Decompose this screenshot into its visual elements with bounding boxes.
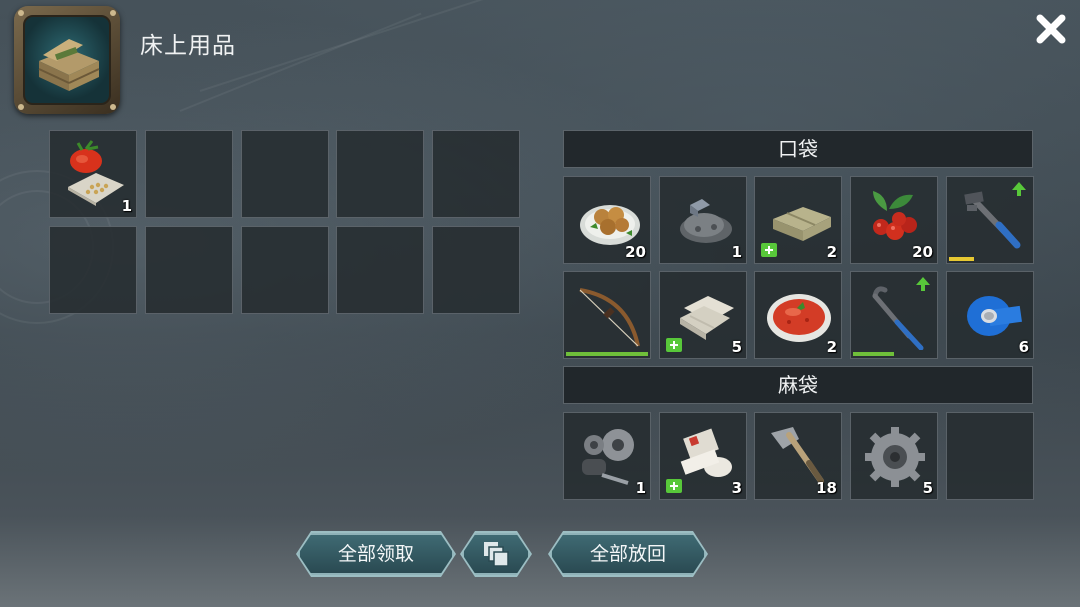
pocket-slot[interactable]: 20 <box>850 176 938 264</box>
durability-bar <box>566 352 648 356</box>
upgrade-arrow-icon <box>916 277 930 291</box>
pocket-slot[interactable] <box>946 176 1034 264</box>
container-slot[interactable] <box>241 130 329 218</box>
container-title: 床上用品 <box>140 33 236 59</box>
pockets-header: 口袋 <box>563 130 1033 168</box>
pocket-slot[interactable] <box>850 271 938 359</box>
container-slot[interactable] <box>336 130 424 218</box>
durability-bar <box>853 352 894 356</box>
item-count: 2 <box>826 338 837 356</box>
take-all-button[interactable]: 全部领取 <box>298 533 454 575</box>
item-count: 1 <box>635 479 646 497</box>
container-slot[interactable] <box>49 226 137 314</box>
pocket-slot[interactable]: 1 <box>659 176 747 264</box>
ore-pile-icon <box>680 199 732 243</box>
medical-badge-icon <box>761 243 777 257</box>
item-count: 5 <box>922 479 933 497</box>
blue-tape-icon <box>967 296 1022 336</box>
item-count: 1 <box>121 197 132 215</box>
item-count: 2 <box>826 243 837 261</box>
cog-wheel-icon <box>865 427 925 487</box>
item-count: 1 <box>731 243 742 261</box>
item-count: 6 <box>1018 338 1029 356</box>
sack-slot[interactable]: 3 <box>659 412 747 500</box>
container-slot[interactable] <box>432 226 520 314</box>
pocket-slot[interactable]: 6 <box>946 271 1034 359</box>
close-icon <box>1036 14 1066 44</box>
put-back-all-button[interactable]: 全部放回 <box>550 533 706 575</box>
container-slot[interactable] <box>432 130 520 218</box>
durability-bar <box>949 257 974 261</box>
item-count: 3 <box>731 479 742 497</box>
upgrade-arrow-icon <box>1012 182 1026 196</box>
container-slot[interactable] <box>145 226 233 314</box>
close-button[interactable] <box>1030 8 1072 50</box>
container-slot[interactable] <box>241 226 329 314</box>
take-all-label: 全部领取 <box>337 543 414 565</box>
stack-sort-icon <box>481 539 511 569</box>
item-count: 18 <box>816 479 837 497</box>
item-count: 20 <box>912 243 933 261</box>
container-slot[interactable] <box>336 226 424 314</box>
sack-header: 麻袋 <box>563 366 1033 404</box>
pocket-slot[interactable] <box>563 271 651 359</box>
item-count: 5 <box>731 338 742 356</box>
container-slot[interactable]: 1 <box>49 130 137 218</box>
sack-slot[interactable] <box>946 412 1034 500</box>
sort-button[interactable] <box>462 533 530 575</box>
put-back-all-label: 全部放回 <box>589 543 666 565</box>
sack-slot[interactable]: 1 <box>563 412 651 500</box>
container-slot[interactable] <box>145 130 233 218</box>
sack-slot[interactable]: 18 <box>754 412 842 500</box>
pocket-slot[interactable]: 2 <box>754 271 842 359</box>
pocket-slot[interactable]: 2 <box>754 176 842 264</box>
medical-badge-icon <box>666 479 682 493</box>
medical-badge-icon <box>666 338 682 352</box>
tomato-seeds-icon <box>68 140 124 206</box>
item-count: 20 <box>625 243 646 261</box>
gears-parts-icon <box>582 429 634 485</box>
bow-icon <box>579 288 640 347</box>
pocket-slot[interactable]: 5 <box>659 271 747 359</box>
tomato-soup-icon <box>767 294 831 342</box>
sack-slot[interactable]: 5 <box>850 412 938 500</box>
pocket-slot[interactable]: 20 <box>563 176 651 264</box>
crate-container-icon <box>14 6 120 114</box>
